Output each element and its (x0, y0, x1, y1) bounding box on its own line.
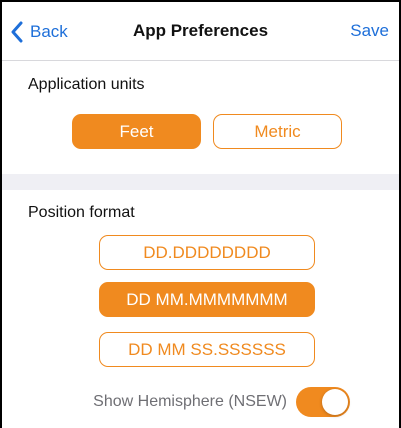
navigation-bar: Back App Preferences Save (2, 2, 399, 60)
position-format-section-label: Position format (28, 204, 135, 221)
format-dd-decimal-button[interactable]: DD.DDDDDDDD (99, 235, 315, 270)
units-section-label: Application units (28, 76, 145, 93)
page-title: App Preferences (132, 21, 269, 40)
format-dd-mm-decimal-button[interactable]: DD MM.MMMMMMM (99, 282, 315, 317)
toggle-knob (322, 389, 348, 415)
hemisphere-toggle-row: Show Hemisphere (NSEW) (2, 384, 399, 420)
metric-option-button[interactable]: Metric (213, 114, 342, 149)
format-dd-mm-ss-button[interactable]: DD MM SS.SSSSSS (99, 332, 315, 367)
hemisphere-toggle-switch[interactable] (296, 387, 350, 417)
save-button[interactable]: Save (350, 21, 389, 41)
navbar-divider (2, 60, 399, 61)
hemisphere-toggle-label: Show Hemisphere (NSEW) (93, 393, 287, 410)
feet-option-button[interactable]: Feet (72, 114, 201, 149)
app-preferences-screen: Back App Preferences Save Application un… (2, 2, 399, 428)
section-separator (2, 174, 399, 190)
